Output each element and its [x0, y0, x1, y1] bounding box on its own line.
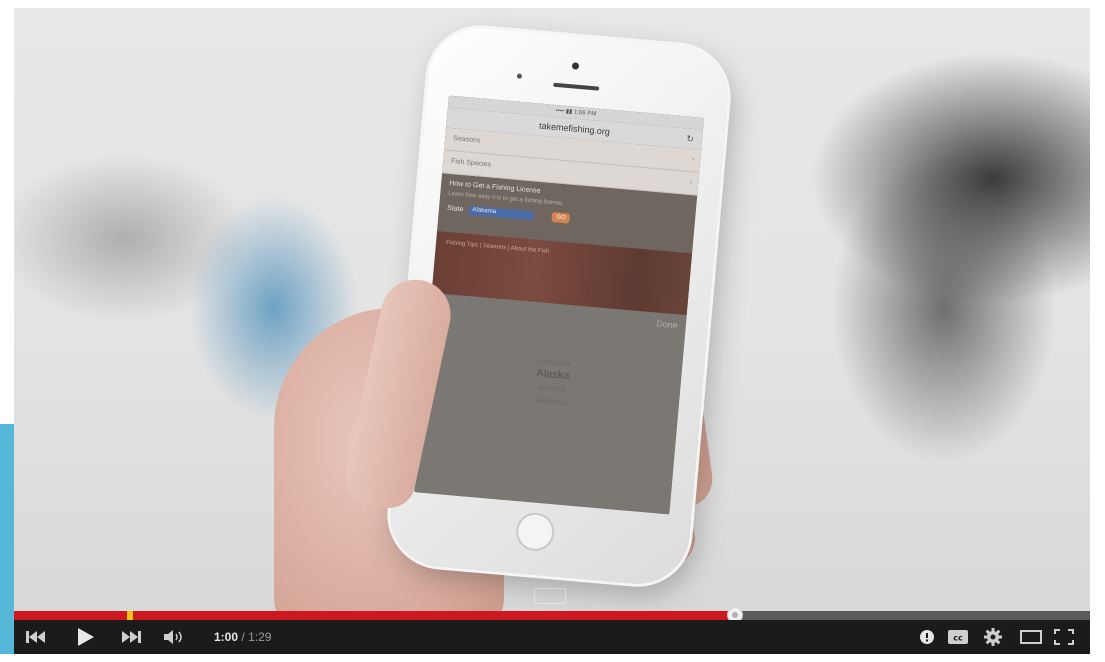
settings-icon	[984, 628, 1002, 646]
time-display: 1:00 / 1:29	[214, 620, 271, 654]
chevron-icon: ›	[689, 178, 693, 187]
state-row: State Alabama GO	[447, 203, 687, 234]
current-time: 1:00	[214, 630, 239, 644]
settings-button[interactable]	[984, 620, 1002, 654]
picker-list: Alabama Alaska Arizona Arkansas	[423, 345, 683, 419]
camera-icon	[571, 62, 580, 70]
play-icon	[78, 628, 94, 646]
annotations-button[interactable]	[920, 620, 934, 654]
volume-icon	[164, 630, 182, 644]
left-edge-strip	[0, 424, 14, 662]
sensor-dot	[516, 73, 523, 79]
url-text: takemefishing.org	[538, 120, 611, 137]
captions-icon: cc	[948, 630, 968, 644]
player-controls: 1:00 / 1:29 cc	[14, 620, 1090, 654]
play-button[interactable]	[78, 620, 94, 654]
next-button[interactable]	[122, 620, 142, 654]
theater-mode-icon	[1020, 630, 1042, 644]
menu-item-label: Seasons	[452, 135, 481, 145]
go-button: GO	[551, 212, 571, 224]
done-button: Done	[655, 318, 679, 331]
fullscreen-icon	[1054, 629, 1074, 645]
svg-text:cc: cc	[953, 634, 963, 643]
time-separator: /	[241, 630, 245, 644]
progress-bar[interactable]	[14, 607, 1090, 623]
state-select: Alabama	[469, 205, 535, 220]
previous-button[interactable]	[26, 620, 46, 654]
fullscreen-button[interactable]	[1054, 620, 1074, 654]
chevron-icon: ›	[691, 156, 695, 164]
annotations-icon	[920, 630, 934, 644]
phone-screen: •••• ▮▮ 1:06 PM takemefishing.org ↻ Seas…	[414, 95, 704, 515]
duration: 1:29	[248, 630, 272, 644]
captions-button[interactable]: cc	[948, 620, 968, 654]
home-button	[514, 511, 556, 553]
progress-played	[14, 611, 735, 620]
reload-icon: ↻	[686, 133, 695, 145]
video-frame[interactable]: •••• ▮▮ 1:06 PM takemefishing.org ↻ Seas…	[14, 8, 1090, 611]
theater-mode-button[interactable]	[1020, 620, 1042, 654]
earpiece-speaker	[553, 82, 600, 91]
ad-marker	[126, 611, 133, 620]
menu-item-label: Fish Species	[450, 158, 492, 169]
storyboard-marker	[534, 588, 566, 604]
state-label: State	[446, 204, 464, 213]
previous-icon	[26, 631, 45, 643]
next-icon	[122, 631, 141, 643]
picker-sheet: Done Alabama Alaska Arizona Arkansas	[414, 292, 687, 515]
volume-button[interactable]	[164, 620, 186, 654]
page-bottom	[0, 654, 1105, 662]
